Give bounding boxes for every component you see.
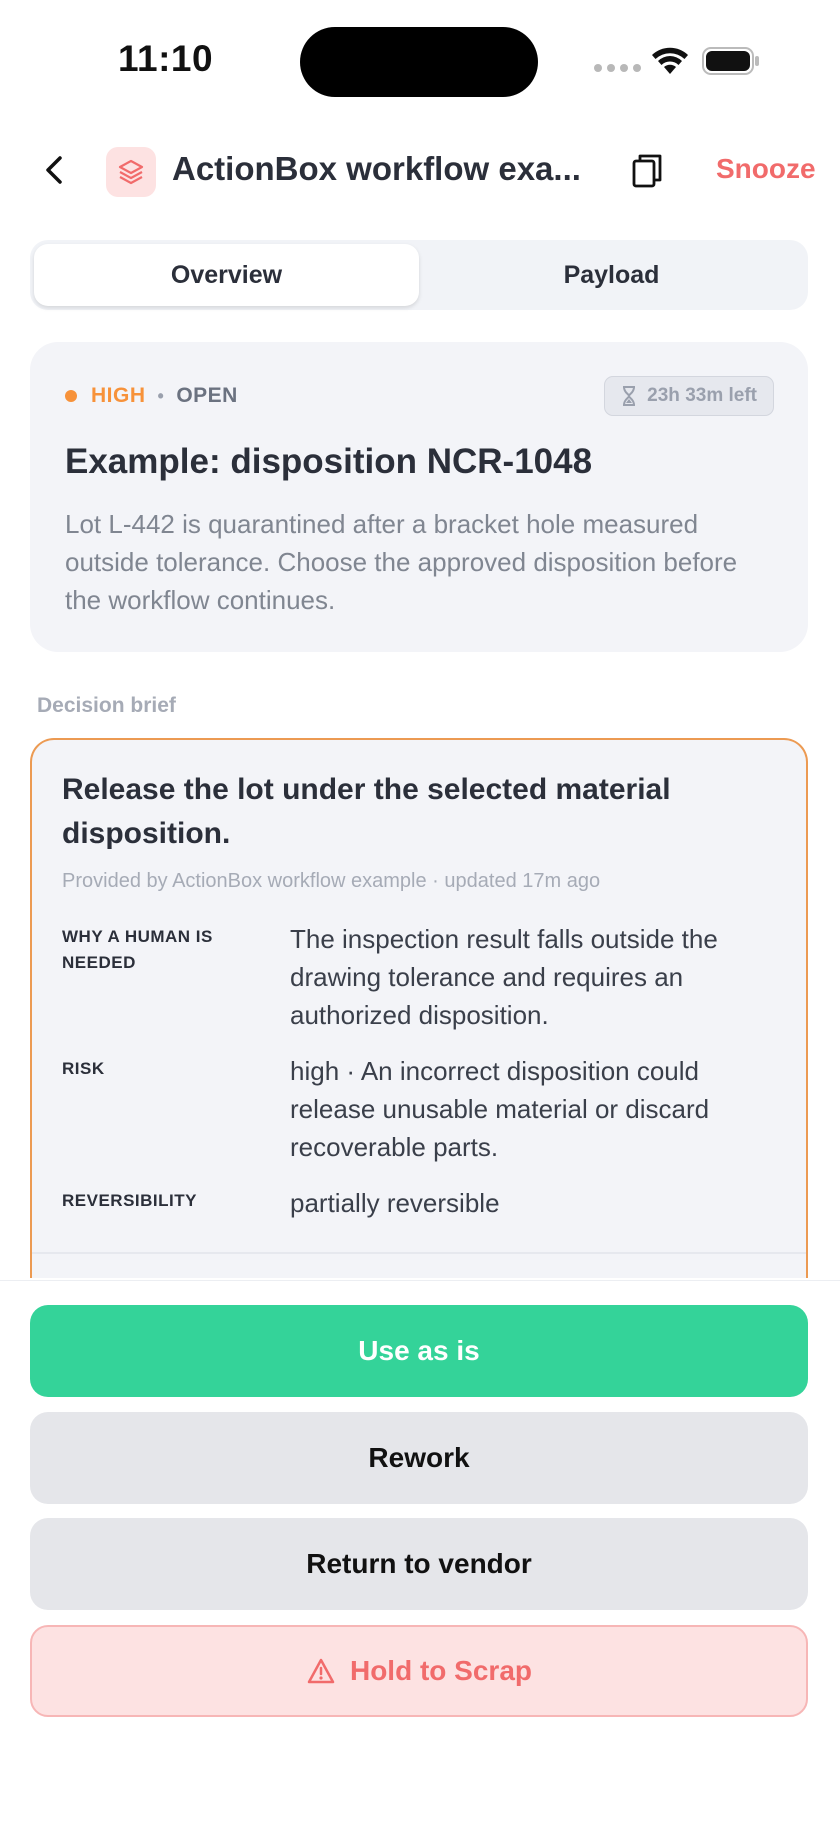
field-key: REVERSIBILITY <box>62 1191 197 1210</box>
segmented-tabs: Overview Payload <box>30 240 808 310</box>
snooze-button[interactable]: Snooze <box>716 153 816 185</box>
warning-icon <box>307 1658 335 1684</box>
return-to-vendor-button[interactable]: Return to vendor <box>30 1518 808 1610</box>
decision-brief-card: Release the lot under the selected mater… <box>30 738 808 1278</box>
field-value: partially reversible <box>290 1188 500 1218</box>
field-value: high · An incorrect disposition could re… <box>290 1056 710 1162</box>
status-row: HIGH • OPEN <box>65 384 238 408</box>
wifi-icon <box>652 47 688 74</box>
item-description: Lot L-442 is quarantined after a bracket… <box>65 509 738 615</box>
brief-meta: Provided by ActionBox workflow example ·… <box>62 870 601 892</box>
brief-title: Release the lot under the selected mater… <box>62 773 671 850</box>
tab-overview[interactable]: Overview <box>34 244 419 306</box>
tab-payload[interactable]: Payload <box>419 244 804 306</box>
item-title: Example: disposition NCR-1048 <box>65 442 593 481</box>
battery-icon <box>702 47 759 75</box>
dynamic-island <box>300 27 538 97</box>
status-bar: 11:10 <box>0 0 840 120</box>
status-separator: • <box>157 385 165 406</box>
decision-brief-label: Decision brief <box>37 694 176 717</box>
rework-button[interactable]: Rework <box>30 1412 808 1504</box>
layers-icon <box>118 159 144 185</box>
back-chevron-icon[interactable] <box>36 150 72 190</box>
page-title: ActionBox workflow exa... <box>172 150 581 187</box>
divider <box>32 1252 806 1254</box>
field-key: RISK <box>62 1059 105 1078</box>
nav-header: ActionBox workflow exa... Snooze <box>0 130 840 210</box>
hourglass-icon <box>623 386 636 406</box>
app-badge <box>106 147 156 197</box>
field-value: The inspection result falls outside the … <box>290 924 718 1030</box>
brief-field-risk: RISK high · An incorrect disposition cou… <box>62 1052 782 1166</box>
priority-label: HIGH <box>91 384 146 407</box>
state-label: OPEN <box>176 384 238 407</box>
summary-card: HIGH • OPEN 23h 33m left Example: dispos… <box>30 342 808 652</box>
status-time: 11:10 <box>118 38 214 79</box>
hold-to-scrap-button[interactable]: Hold to Scrap <box>30 1625 808 1717</box>
time-left-text: 23h 33m left <box>647 385 757 406</box>
brief-field-reversibility: REVERSIBILITY partially reversible <box>62 1184 782 1222</box>
brief-field-why: WHY A HUMAN IS NEEDED The inspection res… <box>62 920 782 1034</box>
priority-dot-icon <box>65 390 77 402</box>
field-key: WHY A HUMAN IS NEEDED <box>62 927 213 972</box>
time-left-badge: 23h 33m left <box>604 376 774 416</box>
hold-to-scrap-label: Hold to Scrap <box>349 1655 532 1686</box>
cellular-signal-icon <box>594 64 641 72</box>
action-panel: Use as is Rework Return to vendor Hold t… <box>0 1280 840 1826</box>
copy-icon[interactable] <box>630 152 664 190</box>
use-as-is-button[interactable]: Use as is <box>30 1305 808 1397</box>
